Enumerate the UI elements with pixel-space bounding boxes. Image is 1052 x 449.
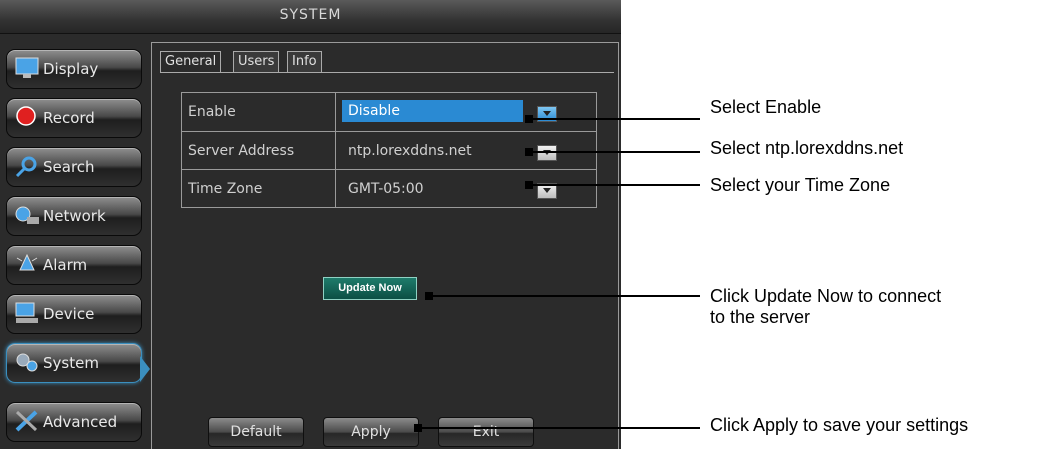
callout-apply: Click Apply to save your settings: [710, 415, 969, 435]
network-icon: [15, 206, 39, 224]
callout-update-now: Click Update Now to connect: [710, 286, 942, 306]
update-now-button[interactable]: Update Now: [323, 277, 417, 300]
time-zone-label: Time Zone: [188, 181, 263, 197]
menu-label: Search: [43, 158, 95, 176]
alarm-icon: [16, 253, 38, 271]
system-panel: General Users Info Enable Disable Server…: [151, 42, 619, 449]
dvr-system-window: SYSTEM Display Record Search Network Ala…: [0, 0, 621, 449]
system-icon: [16, 353, 38, 372]
active-menu-pointer: [140, 356, 150, 382]
menu-network-button[interactable]: Network: [6, 196, 142, 236]
tab-divider: [160, 72, 614, 73]
device-icon: [15, 302, 38, 323]
ntp-settings-table: Enable Disable Server Address ntp.lorexd…: [181, 92, 597, 208]
enable-row: Enable Disable: [182, 93, 596, 131]
callout-line: [530, 184, 700, 186]
callout-select-timezone: Select your Time Zone: [710, 175, 891, 195]
callout-update-now-2: to the server: [710, 307, 811, 327]
menu-label: Alarm: [43, 256, 88, 274]
server-address-select[interactable]: ntp.lorexddns.net: [348, 143, 472, 159]
tab-general[interactable]: General: [160, 51, 222, 72]
callout-line: [530, 151, 700, 153]
record-icon: [16, 106, 36, 126]
menu-display-button[interactable]: Display: [6, 49, 142, 89]
search-icon: [15, 156, 37, 178]
menu-alarm-button[interactable]: Alarm: [6, 245, 142, 285]
callout-line: [419, 427, 700, 429]
time-zone-row: Time Zone GMT-05:00: [182, 169, 596, 208]
tab-users[interactable]: Users: [233, 51, 280, 72]
menu-system-button[interactable]: System: [6, 343, 142, 383]
menu-label: Network: [43, 207, 106, 225]
chevron-down-icon[interactable]: [537, 145, 557, 161]
callout-line: [430, 295, 700, 297]
window-title: SYSTEM: [279, 7, 342, 23]
menu-device-button[interactable]: Device: [6, 294, 142, 334]
apply-button[interactable]: Apply: [323, 417, 419, 447]
callout-line: [530, 118, 700, 120]
exit-button[interactable]: Exit: [438, 417, 534, 447]
server-address-label: Server Address: [188, 143, 295, 159]
default-button[interactable]: Default: [208, 417, 304, 447]
menu-label: Record: [43, 109, 95, 127]
advanced-icon: [15, 410, 38, 432]
menu-label: Advanced: [43, 413, 118, 431]
monitor-icon: [15, 57, 39, 78]
menu-advanced-button[interactable]: Advanced: [6, 402, 142, 442]
enable-label: Enable: [188, 104, 236, 120]
menu-label: System: [43, 354, 99, 372]
tab-info[interactable]: Info: [287, 51, 322, 72]
menu-label: Display: [43, 60, 99, 78]
menu-record-button[interactable]: Record: [6, 98, 142, 138]
callout-select-enable: Select Enable: [710, 97, 822, 117]
enable-select[interactable]: Disable: [342, 100, 523, 122]
menu-search-button[interactable]: Search: [6, 147, 142, 187]
callout-select-server: Select ntp.lorexddns.net: [710, 138, 904, 158]
title-bar: SYSTEM: [0, 0, 621, 34]
time-zone-select[interactable]: GMT-05:00: [348, 181, 424, 197]
menu-label: Device: [43, 305, 95, 323]
